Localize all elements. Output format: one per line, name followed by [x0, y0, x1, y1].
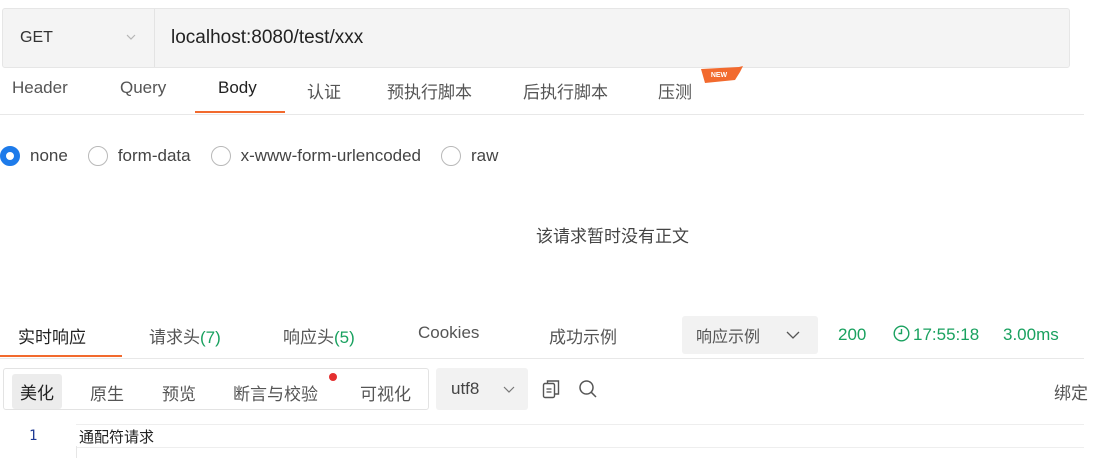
code-line-highlight [76, 424, 1084, 448]
search-icon[interactable] [578, 379, 598, 399]
radio-urlencoded[interactable]: x-www-form-urlencoded [210, 146, 422, 166]
bind-button[interactable]: 绑定 [1054, 379, 1088, 404]
radio-raw[interactable]: raw [441, 146, 498, 166]
tab-request-headers[interactable]: 请求头(7) [149, 323, 221, 348]
radio-unchecked-icon [210, 146, 231, 166]
chevron-down-icon [503, 386, 515, 393]
tab-pre-script[interactable]: 预执行脚本 [387, 78, 472, 103]
tab-query[interactable]: Query [120, 78, 166, 98]
tab-cookies[interactable]: Cookies [418, 323, 479, 343]
code-line: 通配符请求 [79, 428, 155, 446]
chevron-down-icon [786, 331, 800, 339]
response-duration: 3.00ms [1003, 325, 1059, 344]
request-headers-count: (7) [200, 328, 221, 347]
line-number: 1 [29, 428, 38, 444]
tab-realtime-response[interactable]: 实时响应 [18, 323, 86, 348]
tab-response-headers-label: 响应头 [283, 328, 334, 347]
tab-body[interactable]: Body [218, 78, 257, 98]
response-example-select[interactable]: 响应示例 [682, 316, 818, 354]
response-example-label: 响应示例 [696, 329, 761, 346]
tab-header[interactable]: Header [12, 78, 68, 98]
visualize-button[interactable]: 可视化 [360, 380, 411, 405]
view-pretty-button[interactable]: 美化 [12, 374, 62, 409]
method-label: GET [20, 29, 53, 46]
radio-none[interactable]: none [0, 146, 68, 166]
tab-auth[interactable]: 认证 [307, 78, 341, 103]
chevron-down-icon [126, 34, 136, 40]
radio-unchecked-icon [87, 146, 108, 166]
response-code-viewer: 1 通配符请求 [0, 424, 1084, 458]
view-raw-button[interactable]: 原生 [90, 380, 124, 405]
encoding-label: utf8 [451, 379, 480, 398]
api-client: GET localhost:8080/test/xxx Header Query… [0, 0, 1097, 458]
radio-checked-icon [0, 146, 20, 166]
new-badge-label: NEW [711, 72, 728, 79]
gutter-divider [76, 446, 77, 458]
tab-response-headers[interactable]: 响应头(5) [283, 323, 355, 348]
tab-stress-test[interactable]: 压测 [658, 78, 692, 103]
view-preview-button[interactable]: 预览 [162, 380, 196, 405]
assertion-button[interactable]: 断言与校验 [233, 380, 318, 405]
encoding-select[interactable]: utf8 [436, 368, 528, 410]
format-toolbar: 美化 原生 预览 断言与校验 可视化 utf8 绑定 [0, 368, 1097, 412]
tab-post-script[interactable]: 后执行脚本 [523, 78, 608, 103]
response-tabs: 实时响应 请求头(7) 响应头(5) Cookies 成功示例 响应示例 200… [0, 312, 1084, 359]
body-type-radio-group: none form-data x-www-form-urlencoded raw [0, 142, 518, 170]
tab-request-headers-label: 请求头 [149, 328, 200, 347]
url-input[interactable]: localhost:8080/test/xxx [171, 9, 363, 67]
radio-none-label: none [30, 146, 68, 165]
view-mode-group: 美化 原生 预览 断言与校验 可视化 [3, 368, 429, 410]
empty-body-message: 该请求暂时没有正文 [536, 227, 689, 246]
method-select[interactable]: GET [3, 9, 155, 67]
url-bar: GET localhost:8080/test/xxx [2, 8, 1070, 68]
radio-urlencoded-label: x-www-form-urlencoded [240, 146, 422, 165]
status-code: 200 [838, 325, 867, 344]
active-tab-indicator [195, 111, 285, 113]
tab-success-example[interactable]: 成功示例 [549, 323, 617, 348]
notification-dot [329, 373, 337, 381]
active-tab-indicator [0, 355, 122, 357]
radio-form-data-label: form-data [117, 146, 191, 165]
radio-unchecked-icon [441, 146, 462, 166]
new-badge: NEW [701, 66, 743, 83]
clock-icon [893, 325, 910, 342]
radio-raw-label: raw [471, 146, 499, 165]
copy-icon[interactable] [542, 379, 560, 399]
request-tabs: Header Query Body 认证 预执行脚本 后执行脚本 压测 [0, 68, 1084, 115]
response-time: 17:55:18 [913, 325, 980, 344]
response-headers-count: (5) [334, 328, 355, 347]
radio-form-data[interactable]: form-data [87, 146, 191, 166]
